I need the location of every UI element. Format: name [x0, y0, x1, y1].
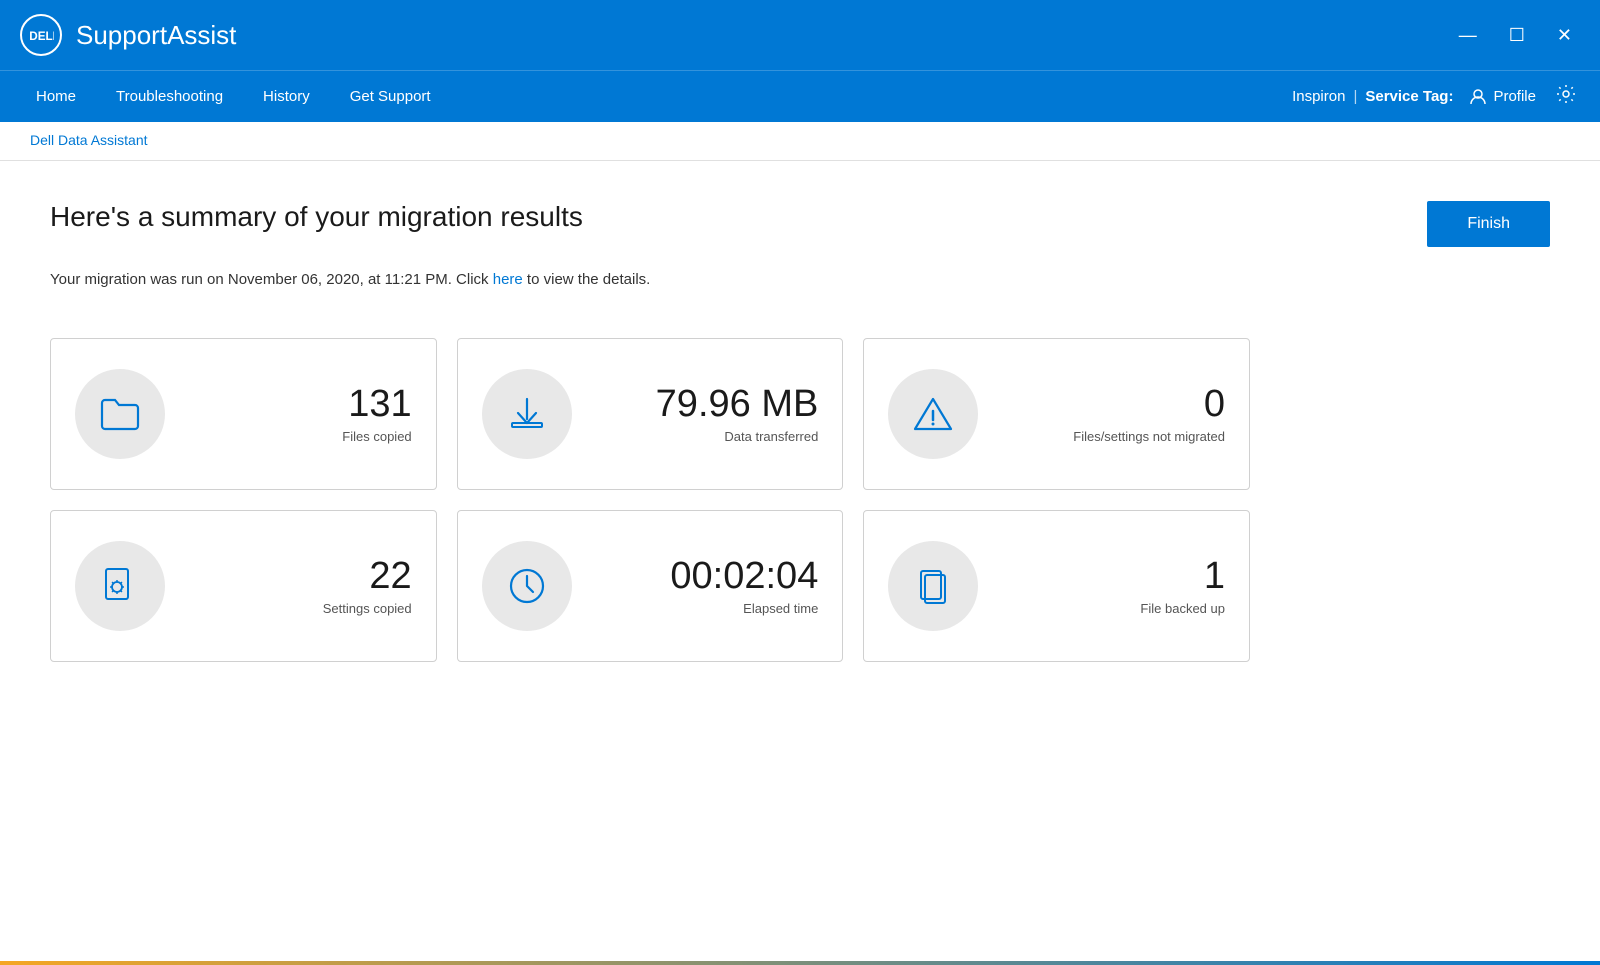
elapsed-time-label: Elapsed time: [743, 601, 818, 616]
download-icon: [504, 391, 550, 437]
backup-file-icon: [910, 563, 956, 609]
data-transferred-label: Data transferred: [724, 429, 818, 444]
profile-label: Profile: [1493, 88, 1536, 105]
nav-history[interactable]: History: [247, 80, 326, 113]
warning-icon: [910, 391, 956, 437]
not-migrated-info: 0 Files/settings not migrated: [1002, 384, 1225, 445]
settings-copied-value: 22: [369, 556, 411, 598]
subtitle-suffix: to view the details.: [523, 271, 651, 288]
data-transferred-info: 79.96 MB Data transferred: [596, 384, 819, 445]
subtitle-prefix: Your migration was run on November 06, 2…: [50, 271, 493, 288]
file-backed-up-label: File backed up: [1140, 601, 1225, 616]
stat-files-copied: 131 Files copied: [50, 338, 437, 490]
elapsed-time-value: 00:02:04: [670, 556, 818, 598]
main-content: Here's a summary of your migration resul…: [0, 161, 1600, 962]
stat-data-transferred: 79.96 MB Data transferred: [457, 338, 844, 490]
not-migrated-value: 0: [1204, 384, 1225, 426]
data-transferred-icon-circle: [482, 369, 572, 459]
elapsed-time-icon-circle: [482, 541, 572, 631]
settings-button[interactable]: [1552, 80, 1580, 113]
file-backed-up-icon-circle: [888, 541, 978, 631]
files-copied-info: 131 Files copied: [189, 384, 412, 445]
close-button[interactable]: ✕: [1549, 22, 1580, 48]
not-migrated-label: Files/settings not migrated: [1073, 429, 1225, 444]
settings-copied-icon-circle: [75, 541, 165, 631]
settings-icon: [1556, 84, 1576, 104]
nav-links: Home Troubleshooting History Get Support: [20, 80, 1292, 113]
page-subtitle: Your migration was run on November 06, 2…: [50, 271, 1550, 288]
nav-home[interactable]: Home: [20, 80, 92, 113]
device-name: Inspiron: [1292, 88, 1345, 105]
files-copied-value: 131: [348, 384, 411, 426]
svg-text:DELL: DELL: [29, 30, 54, 43]
app-name: SupportAssist: [76, 20, 1451, 51]
settings-file-icon: [97, 563, 143, 609]
elapsed-time-info: 00:02:04 Elapsed time: [596, 556, 819, 617]
folder-icon: [97, 391, 143, 437]
stat-file-backed-up: 1 File backed up: [863, 510, 1250, 662]
titlebar: DELL SupportAssist — ☐ ✕: [0, 0, 1600, 70]
bottom-accent-bar: [0, 961, 1600, 965]
window-controls: — ☐ ✕: [1451, 22, 1580, 48]
files-copied-label: Files copied: [342, 429, 411, 444]
settings-copied-label: Settings copied: [323, 601, 412, 616]
clock-icon: [504, 563, 550, 609]
service-tag-label: Service Tag:: [1365, 88, 1453, 105]
device-info: Inspiron | Service Tag:: [1292, 88, 1453, 105]
nav-separator: |: [1353, 88, 1357, 105]
data-transferred-value: 79.96 MB: [656, 384, 819, 426]
breadcrumb: Dell Data Assistant: [30, 132, 148, 148]
page-header: Here's a summary of your migration resul…: [50, 201, 1550, 247]
profile-button[interactable]: Profile: [1469, 88, 1536, 106]
finish-button[interactable]: Finish: [1427, 201, 1550, 247]
subtitle-link[interactable]: here: [493, 271, 523, 288]
nav-right: Inspiron | Service Tag: Profile: [1292, 80, 1580, 113]
stat-not-migrated: 0 Files/settings not migrated: [863, 338, 1250, 490]
file-backed-up-info: 1 File backed up: [1002, 556, 1225, 617]
file-backed-up-value: 1: [1204, 556, 1225, 598]
navbar: Home Troubleshooting History Get Support…: [0, 70, 1600, 122]
maximize-button[interactable]: ☐: [1501, 22, 1533, 48]
stat-settings-copied: 22 Settings copied: [50, 510, 437, 662]
breadcrumb-bar: Dell Data Assistant: [0, 122, 1600, 161]
dell-logo: DELL: [20, 14, 62, 56]
stat-elapsed-time: 00:02:04 Elapsed time: [457, 510, 844, 662]
files-copied-icon-circle: [75, 369, 165, 459]
nav-troubleshooting[interactable]: Troubleshooting: [100, 80, 239, 113]
not-migrated-icon-circle: [888, 369, 978, 459]
nav-get-support[interactable]: Get Support: [334, 80, 447, 113]
settings-copied-info: 22 Settings copied: [189, 556, 412, 617]
profile-icon: [1469, 88, 1487, 106]
page-title: Here's a summary of your migration resul…: [50, 201, 583, 233]
minimize-button[interactable]: —: [1451, 22, 1485, 48]
stats-grid: 131 Files copied 79.96 MB Data transferr…: [50, 338, 1250, 662]
